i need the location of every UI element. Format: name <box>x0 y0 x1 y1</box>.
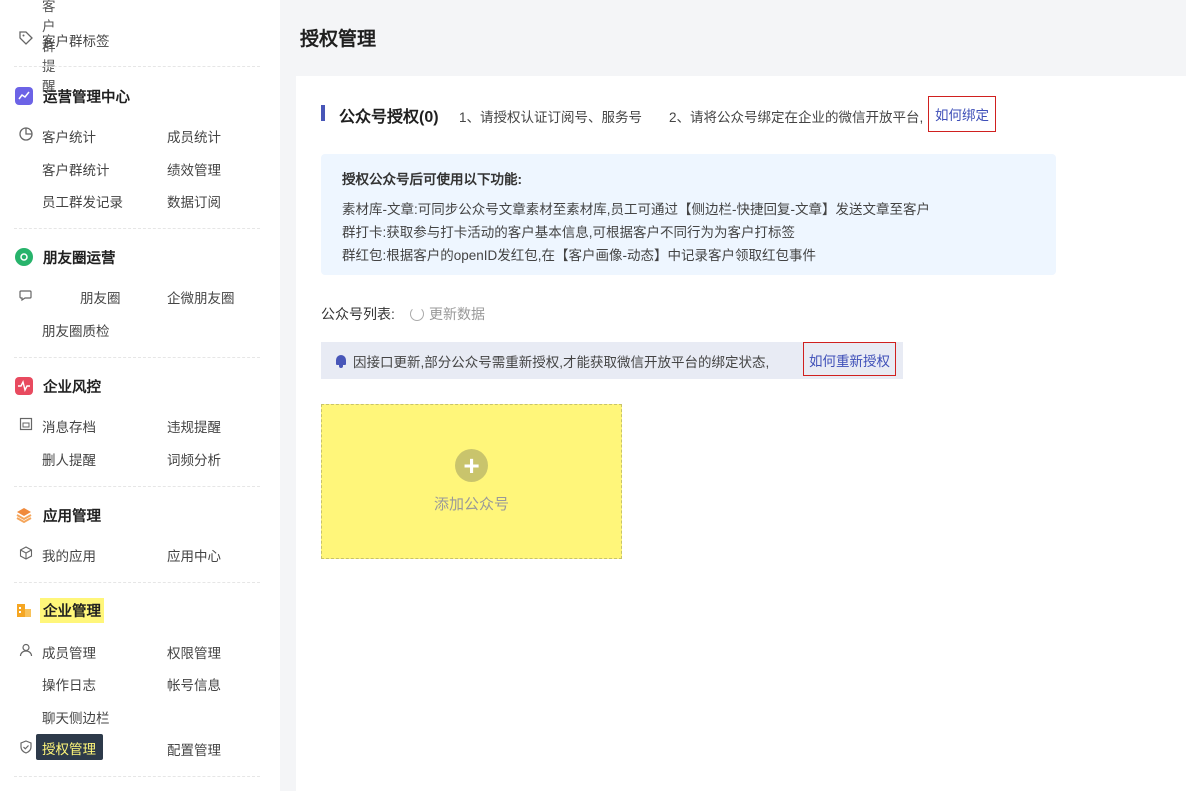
shield-check-icon <box>18 739 34 755</box>
section-moments-header: 朋友圈运营 <box>15 246 116 268</box>
chart-monitor-icon <box>15 87 33 105</box>
sidebar: 客户群提醒 客户群标签 运营管理中心 客户统计 成员统计 客户群统计 绩效管理 … <box>0 0 280 791</box>
info-line: 群红包:根据客户的openID发红包,在【客户画像-动态】中记录客户领取红包事件 <box>342 248 817 263</box>
sidebar-row: 客户统计 成员统计 <box>0 124 280 146</box>
sidebar-item-account-info[interactable]: 帐号信息 <box>167 674 221 694</box>
notice-text: 因接口更新,部分公众号需重新授权,才能获取微信开放平台的绑定状态, <box>353 354 770 370</box>
layers-icon <box>15 506 33 524</box>
divider <box>14 228 260 229</box>
sidebar-item-moments-qc[interactable]: 朋友圈质检 <box>42 320 110 340</box>
info-title: 授权公众号后可使用以下功能: <box>342 172 522 187</box>
plus-icon: + <box>455 449 488 482</box>
page-header: 授权管理 <box>296 0 1186 76</box>
sidebar-item-wework-moments[interactable]: 企微朋友圈 <box>167 287 235 307</box>
sidebar-row: 聊天侧边栏 <box>0 705 280 727</box>
sidebar-item-operation-log[interactable]: 操作日志 <box>42 674 96 694</box>
sidebar-item-label: 客户群标签 <box>42 34 110 49</box>
how-to-reauthorize-link[interactable]: 如何重新授权 <box>803 342 896 376</box>
sidebar-row: 成员管理 权限管理 <box>0 640 280 662</box>
sidebar-item-message-archive[interactable]: 消息存档 <box>42 416 96 436</box>
section-apps-header: 应用管理 <box>15 504 101 526</box>
info-box: 授权公众号后可使用以下功能: 素材库-文章:可同步公众号文章素材至素材库,员工可… <box>321 154 1056 275</box>
sidebar-item-group-tags[interactable]: 客户群标签 <box>0 28 280 50</box>
sidebar-item-member-stats[interactable]: 成员统计 <box>167 126 221 146</box>
building-icon <box>15 601 33 619</box>
sidebar-row: 操作日志 帐号信息 <box>0 672 280 694</box>
sidebar-row: 客户群统计 绩效管理 <box>0 157 280 179</box>
sidebar-row: 员工群发记录 数据订阅 <box>0 189 280 211</box>
sidebar-row: 删人提醒 词频分析 <box>0 447 280 469</box>
sidebar-item-performance[interactable]: 绩效管理 <box>167 159 221 179</box>
sidebar-item-data-subscription[interactable]: 数据订阅 <box>167 191 221 211</box>
sidebar-item-moments[interactable]: 朋友圈 <box>80 287 121 307</box>
sidebar-item-member-mgmt[interactable]: 成员管理 <box>42 642 96 662</box>
sidebar-row: 消息存档 违规提醒 <box>0 414 280 436</box>
sidebar-item-group-stats[interactable]: 客户群统计 <box>42 159 110 179</box>
tag-icon <box>18 30 34 46</box>
section-enterprise-header: 企业管理 <box>15 597 104 623</box>
info-line: 群打卡:获取参与打卡活动的客户基本信息,可根据客户不同行为为客户打标签 <box>342 225 796 240</box>
sidebar-row: 朋友圈 企微朋友圈 <box>0 285 280 307</box>
pie-chart-icon <box>18 126 34 142</box>
main-content: 授权管理 公众号授权(0) 1、请授权认证订阅号、服务号 2、请将公众号绑定在企… <box>296 0 1186 791</box>
sidebar-item-mass-send-records[interactable]: 员工群发记录 <box>42 191 123 211</box>
divider <box>14 582 260 583</box>
sidebar-row: 我的应用 应用中心 <box>0 543 280 565</box>
sidebar-item-my-apps[interactable]: 我的应用 <box>42 545 96 565</box>
divider <box>14 357 260 358</box>
sidebar-item-config-mgmt[interactable]: 配置管理 <box>167 739 221 759</box>
sidebar-item-app-center[interactable]: 应用中心 <box>167 545 221 565</box>
refresh-icon <box>410 307 424 321</box>
tip-text: 1、请授权认证订阅号、服务号 <box>459 110 643 125</box>
section-title: 运营管理中心 <box>43 89 130 106</box>
section-title: 公众号授权(0) <box>339 109 439 126</box>
content-panel: 公众号授权(0) 1、请授权认证订阅号、服务号 2、请将公众号绑定在企业的微信开… <box>296 76 1186 791</box>
page-title: 授权管理 <box>300 29 377 50</box>
sidebar-item-delete-alert[interactable]: 删人提醒 <box>42 449 96 469</box>
section-title: 应用管理 <box>43 508 101 525</box>
divider <box>14 66 260 67</box>
tip-text: 2、请将公众号绑定在企业的微信开放平台, <box>669 110 924 125</box>
divider <box>14 776 260 777</box>
section-ops-header: 运营管理中心 <box>15 85 130 107</box>
archive-icon <box>18 416 34 432</box>
user-icon <box>18 642 34 658</box>
refresh-data-button[interactable]: 更新数据 <box>410 304 485 324</box>
divider <box>14 486 260 487</box>
moments-icon <box>15 248 33 266</box>
pulse-icon <box>15 377 33 395</box>
info-line: 素材库-文章:可同步公众号文章素材至素材库,员工可通过【侧边栏-快捷回复-文章】… <box>342 202 930 217</box>
add-official-account-card[interactable]: + 添加公众号 <box>321 404 622 559</box>
how-to-bind-link[interactable]: 如何绑定 <box>928 96 996 132</box>
bell-icon <box>335 354 347 368</box>
section-title: 企业风控 <box>43 379 101 396</box>
sidebar-item-chat-sidebar[interactable]: 聊天侧边栏 <box>42 707 110 727</box>
sidebar-item-auth-mgmt[interactable]: 授权管理 <box>36 734 103 760</box>
sidebar-item-customer-stats[interactable]: 客户统计 <box>42 126 96 146</box>
sidebar-row: 授权管理 配置管理 <box>0 734 280 760</box>
cube-icon <box>18 545 34 561</box>
add-label: 添加公众号 <box>433 496 509 513</box>
refresh-label: 更新数据 <box>429 306 485 322</box>
section-title: 企业管理 <box>40 597 104 623</box>
section-title: 朋友圈运营 <box>43 250 116 267</box>
chat-bubble-icon <box>18 287 34 303</box>
list-label: 公众号列表: <box>321 306 395 322</box>
section-accent-bar <box>321 105 325 121</box>
section-risk-header: 企业风控 <box>15 375 101 397</box>
sidebar-item-permission-mgmt[interactable]: 权限管理 <box>167 642 221 662</box>
sidebar-item-violation-alert[interactable]: 违规提醒 <box>167 416 221 436</box>
sidebar-row: 朋友圈质检 <box>0 318 280 340</box>
sidebar-item-word-frequency[interactable]: 词频分析 <box>167 449 221 469</box>
